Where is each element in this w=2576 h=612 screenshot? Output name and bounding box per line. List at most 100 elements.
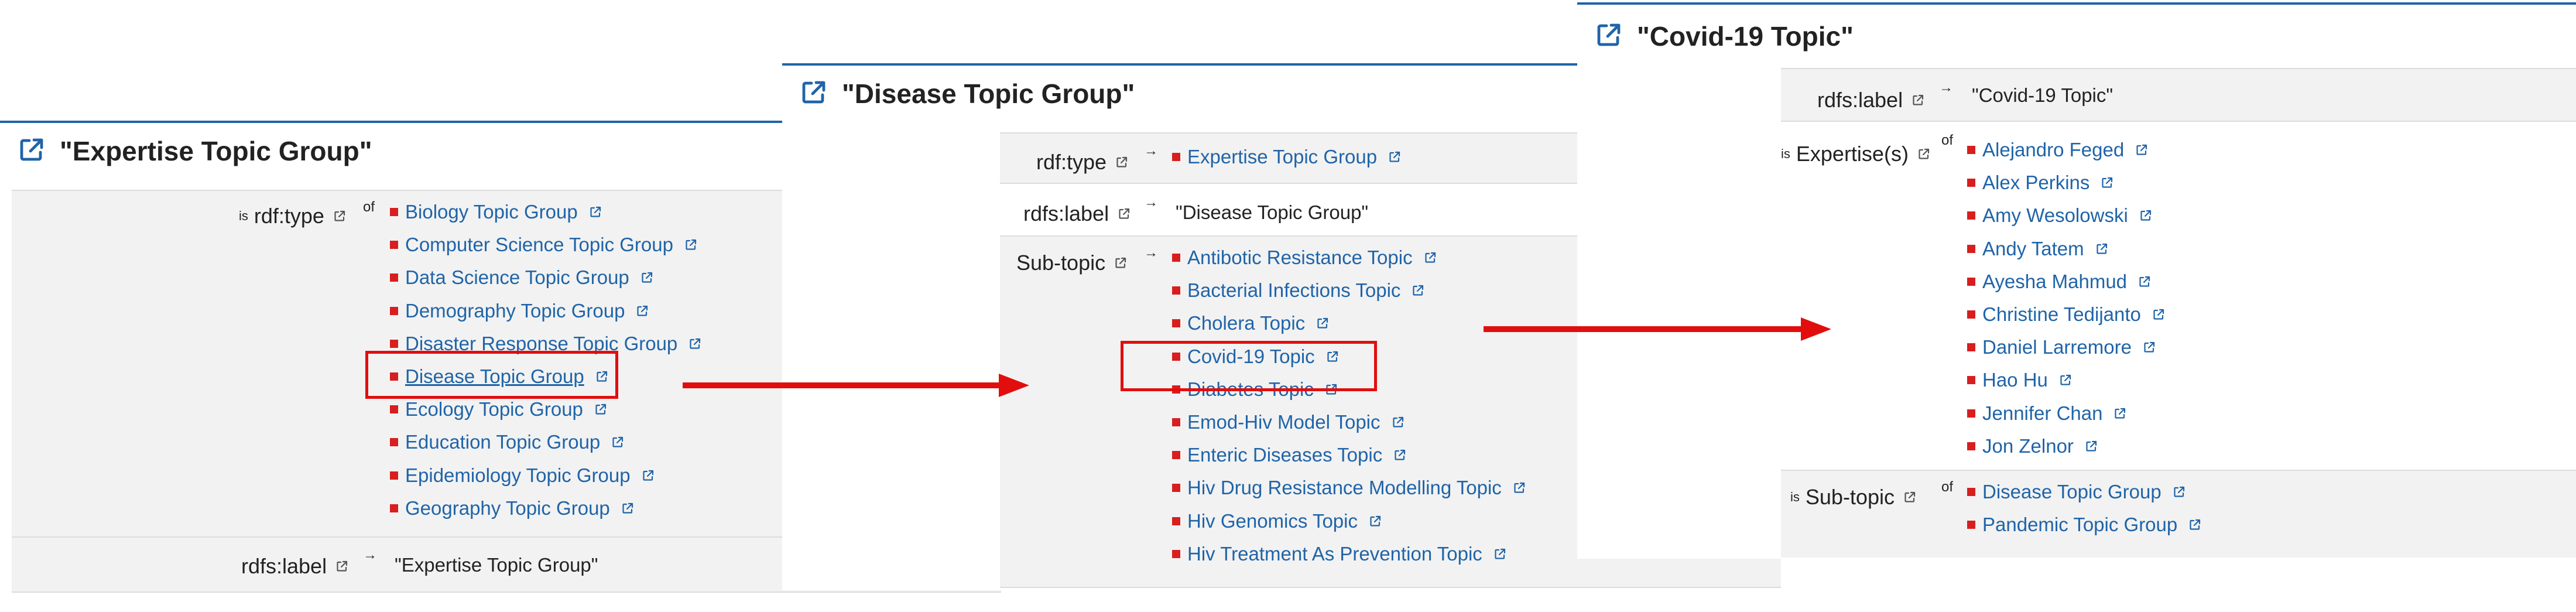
link[interactable]: Geography Topic Group bbox=[405, 497, 610, 519]
bullet-icon bbox=[1967, 310, 1975, 319]
property-label[interactable]: rdfs:label bbox=[1817, 88, 1925, 112]
property-label[interactable]: is Expertise(s) bbox=[1781, 142, 1931, 166]
property-name[interactable]: rdfs:label bbox=[1817, 88, 1903, 112]
link[interactable]: Hao Hu bbox=[1982, 369, 2048, 391]
external-link-icon[interactable] bbox=[333, 204, 347, 228]
external-link-icon[interactable] bbox=[684, 238, 698, 252]
link[interactable]: Antibotic Resistance Topic bbox=[1187, 247, 1413, 269]
external-link-icon[interactable] bbox=[2137, 275, 2152, 289]
external-link-icon[interactable] bbox=[1493, 547, 1507, 561]
external-link-icon[interactable] bbox=[335, 554, 349, 579]
external-link-icon[interactable] bbox=[2152, 307, 2166, 322]
external-link-icon[interactable] bbox=[2095, 242, 2109, 256]
link[interactable]: Jennifer Chan bbox=[1982, 402, 2102, 425]
external-link-icon[interactable] bbox=[1388, 150, 1402, 164]
external-link-icon[interactable] bbox=[1115, 150, 1129, 175]
link[interactable]: Hiv Genomics Topic bbox=[1187, 510, 1358, 532]
bullet-icon bbox=[1172, 153, 1180, 162]
property-name[interactable]: Sub-topic bbox=[1016, 251, 1105, 275]
link[interactable]: Daniel Larremore bbox=[1982, 336, 2132, 358]
external-link-icon[interactable] bbox=[2100, 176, 2114, 190]
property-label[interactable]: is rdf:type bbox=[239, 204, 347, 228]
property-label[interactable]: Sub-topic bbox=[1016, 251, 1128, 275]
link[interactable]: Pandemic Topic Group bbox=[1982, 514, 2177, 536]
external-link-icon[interactable] bbox=[688, 337, 702, 351]
external-link-icon[interactable] bbox=[1393, 448, 1407, 462]
link[interactable]: Hiv Treatment As Prevention Topic bbox=[1187, 543, 1482, 565]
bullet-icon bbox=[1967, 244, 1975, 253]
external-link-icon[interactable] bbox=[1114, 251, 1128, 275]
link[interactable]: Computer Science Topic Group bbox=[405, 234, 673, 256]
property-name[interactable]: rdf:type bbox=[1036, 150, 1107, 175]
bullet-icon bbox=[390, 405, 398, 414]
external-link-icon[interactable] bbox=[588, 205, 602, 219]
property-label[interactable]: rdfs:label bbox=[1023, 201, 1131, 226]
link[interactable]: Epidemiology Topic Group bbox=[405, 464, 631, 487]
link[interactable]: Andy Tatem bbox=[1982, 238, 2084, 260]
list-item: Amy Wesolowski bbox=[1967, 199, 2166, 232]
link[interactable]: Cholera Topic bbox=[1187, 312, 1305, 334]
external-link-icon[interactable] bbox=[800, 78, 828, 110]
link[interactable]: Ecology Topic Group bbox=[405, 398, 583, 420]
external-link-icon[interactable] bbox=[2142, 340, 2156, 354]
link[interactable]: Bacterial Infections Topic bbox=[1187, 279, 1400, 302]
external-link-icon[interactable] bbox=[2135, 143, 2149, 157]
link[interactable]: Education Topic Group bbox=[405, 431, 600, 453]
link[interactable]: Enteric Diseases Topic bbox=[1187, 444, 1382, 466]
property-name[interactable]: rdf:type bbox=[254, 204, 324, 228]
link[interactable]: Data Science Topic Group bbox=[405, 266, 629, 289]
link[interactable]: Disease Topic Group bbox=[1982, 481, 2161, 503]
link[interactable]: Demography Topic Group bbox=[405, 300, 625, 322]
property-name[interactable]: Expertise(s) bbox=[1796, 142, 1909, 166]
link[interactable]: Alex Perkins bbox=[1982, 172, 2089, 194]
property-label[interactable]: rdf:type bbox=[1036, 150, 1129, 175]
external-link-icon[interactable] bbox=[2139, 208, 2153, 223]
list-item: Hao Hu bbox=[1967, 364, 2166, 396]
external-link-icon[interactable] bbox=[1903, 485, 1917, 510]
external-link-icon[interactable] bbox=[1512, 481, 1526, 495]
property-name[interactable]: rdfs:label bbox=[1023, 201, 1109, 226]
external-link-icon[interactable] bbox=[1595, 21, 1623, 52]
property-label[interactable]: is Sub-topic bbox=[1790, 485, 1917, 510]
external-link-icon[interactable] bbox=[2084, 439, 2098, 453]
property-name[interactable]: rdfs:label bbox=[241, 554, 327, 579]
link[interactable]: Expertise Topic Group bbox=[1187, 146, 1377, 168]
property-label[interactable]: rdfs:label bbox=[241, 554, 349, 579]
external-link-icon[interactable] bbox=[640, 271, 654, 285]
external-link-icon[interactable] bbox=[1391, 415, 1405, 429]
link[interactable]: Biology Topic Group bbox=[405, 201, 578, 223]
external-link-icon[interactable] bbox=[1423, 251, 1437, 265]
link[interactable]: Christine Tedijanto bbox=[1982, 303, 2141, 326]
external-link-icon[interactable] bbox=[621, 501, 635, 515]
direction-indicator: → bbox=[363, 547, 377, 563]
list-item: Epidemiology Topic Group bbox=[390, 459, 702, 492]
link[interactable]: Emod-Hiv Model Topic bbox=[1187, 411, 1381, 433]
external-link-icon[interactable] bbox=[2058, 373, 2073, 387]
link[interactable]: Jon Zelnor bbox=[1982, 435, 2074, 457]
link[interactable]: Hiv Drug Resistance Modelling Topic bbox=[1187, 477, 1502, 499]
external-link-icon[interactable] bbox=[1117, 201, 1131, 226]
external-link-icon[interactable] bbox=[594, 402, 608, 416]
bullet-icon bbox=[1967, 277, 1975, 286]
external-link-icon[interactable] bbox=[611, 435, 625, 449]
bullet-icon bbox=[1172, 319, 1180, 328]
link[interactable]: Alejandro Feged bbox=[1982, 139, 2124, 161]
external-link-icon[interactable] bbox=[2188, 518, 2202, 532]
external-link-icon[interactable] bbox=[2172, 485, 2186, 499]
panel-header: "Covid-19 Topic" bbox=[1577, 2, 2576, 68]
external-link-icon[interactable] bbox=[1316, 316, 1330, 330]
external-link-icon[interactable] bbox=[635, 304, 649, 318]
bullet-icon bbox=[390, 471, 398, 480]
list-item: Demography Topic Group bbox=[390, 295, 702, 327]
external-link-icon[interactable] bbox=[1411, 283, 1425, 298]
link[interactable]: Amy Wesolowski bbox=[1982, 204, 2128, 227]
external-link-icon[interactable] bbox=[1368, 514, 1382, 528]
bullet-icon bbox=[1967, 521, 1975, 529]
external-link-icon[interactable] bbox=[2113, 406, 2127, 420]
link[interactable]: Ayesha Mahmud bbox=[1982, 271, 2127, 293]
external-link-icon[interactable] bbox=[18, 136, 46, 167]
external-link-icon[interactable] bbox=[641, 469, 655, 483]
external-link-icon[interactable] bbox=[1911, 88, 1925, 112]
property-name[interactable]: Sub-topic bbox=[1806, 485, 1895, 510]
external-link-icon[interactable] bbox=[1917, 142, 1931, 166]
